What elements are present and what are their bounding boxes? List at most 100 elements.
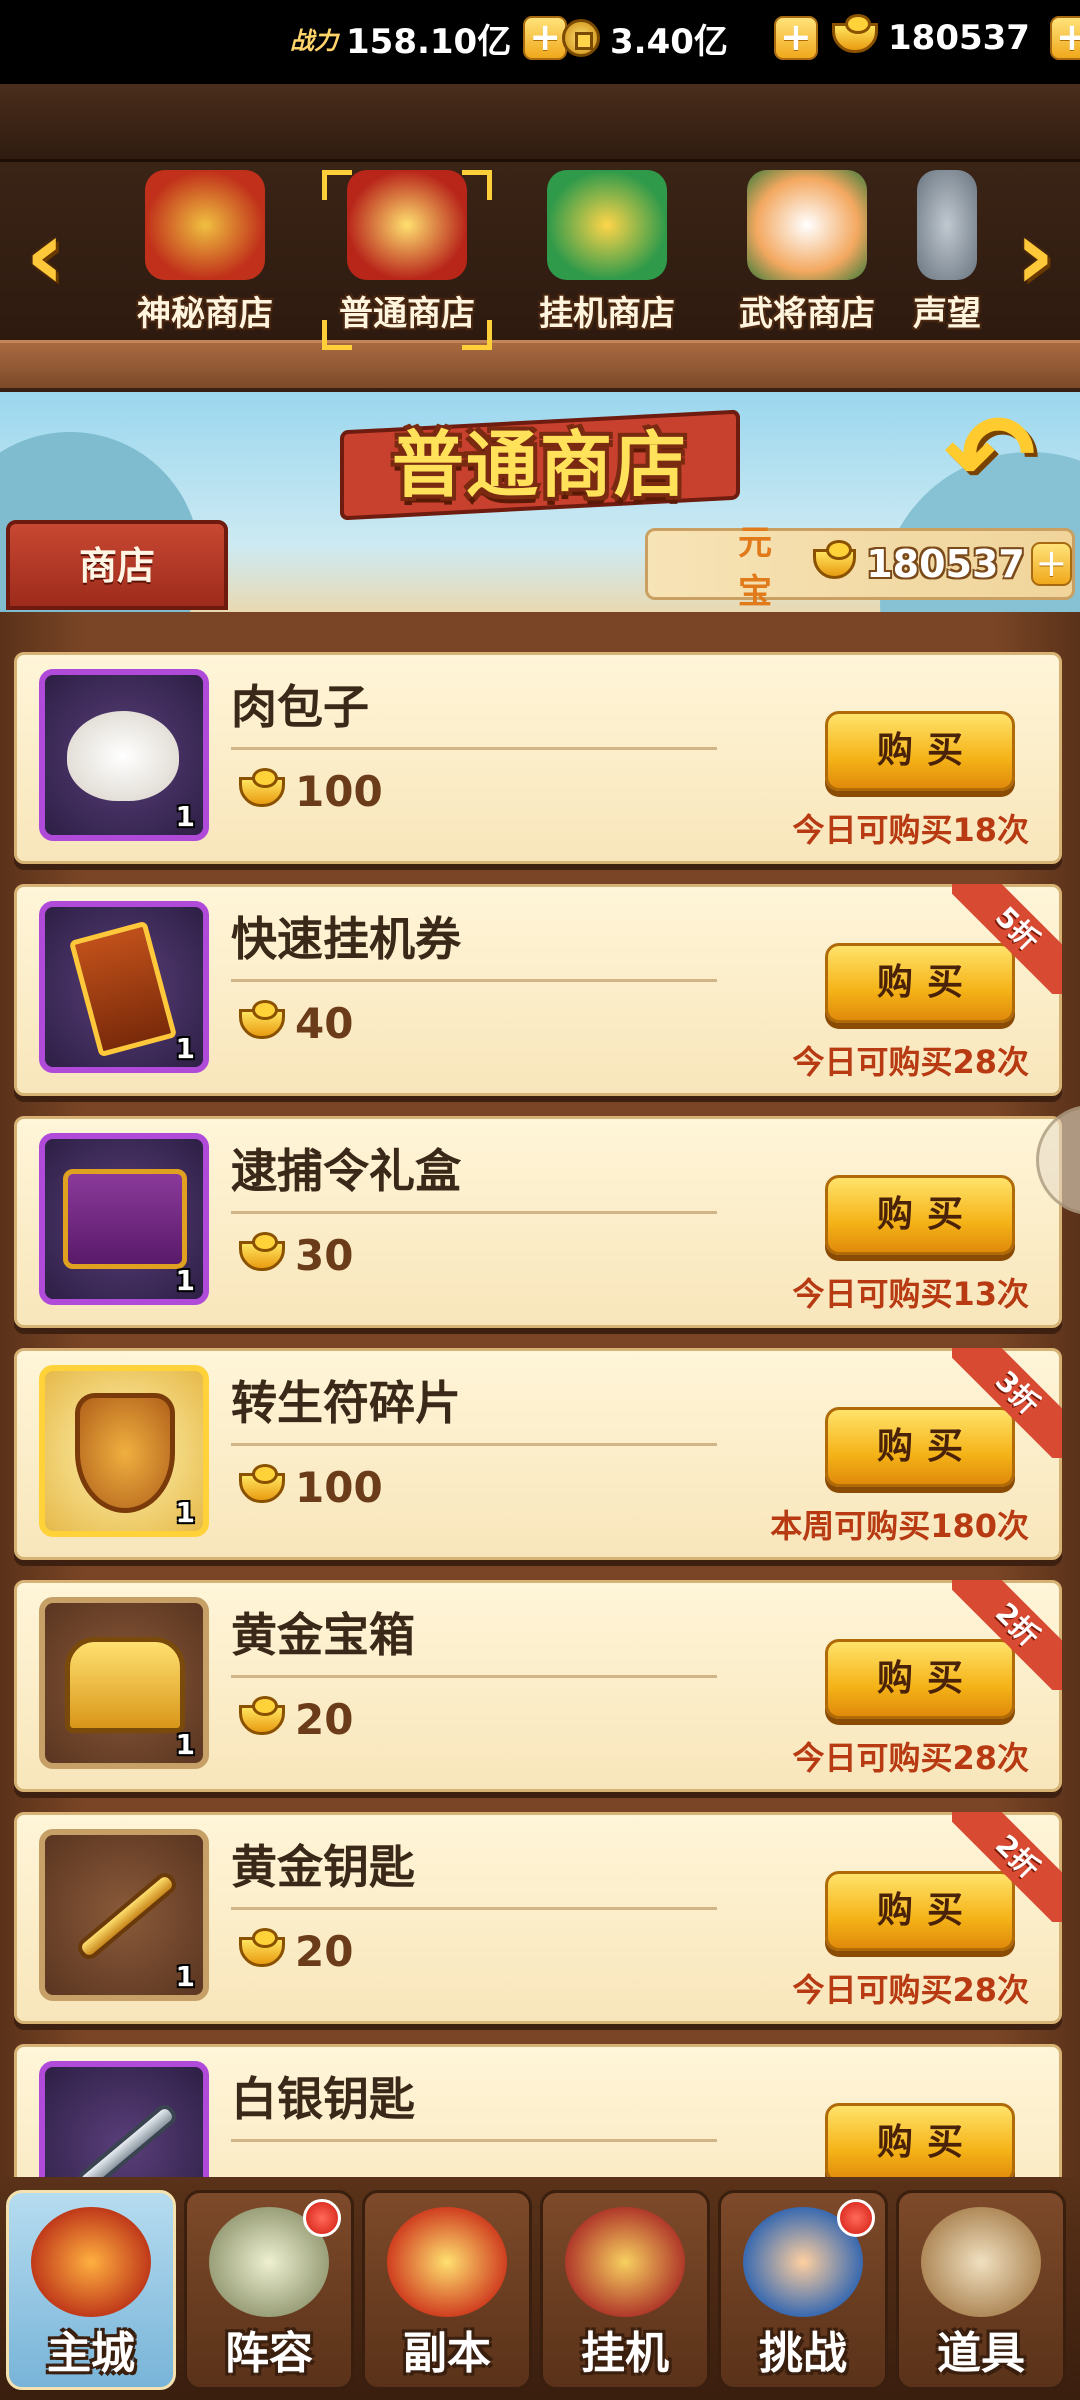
- notification-dot: [837, 2199, 875, 2237]
- tab-general-shop[interactable]: 武将商店: [712, 170, 902, 340]
- item-thumbnail[interactable]: 1: [39, 1829, 209, 2001]
- buy-button[interactable]: 购买: [825, 2103, 1015, 2177]
- notification-dot: [303, 2199, 341, 2237]
- nav-dungeon[interactable]: 副本: [362, 2190, 532, 2390]
- treasure-chest-icon: [145, 170, 265, 280]
- tab-idle-shop[interactable]: 挂机商店: [512, 170, 702, 340]
- yuanbao-value: 180537: [888, 18, 1030, 58]
- item-divider: [231, 1443, 717, 1446]
- item-price: 30: [239, 1231, 353, 1280]
- nav-label: 主城: [47, 2328, 135, 2379]
- item-name: 黄金宝箱: [231, 1608, 415, 1662]
- nav-lineup[interactable]: 阵容: [184, 2190, 354, 2390]
- purchase-limit: 今日可购买18次: [792, 811, 1029, 849]
- item-quantity: 1: [175, 800, 195, 833]
- item-thumbnail[interactable]: [39, 2061, 209, 2177]
- item-list[interactable]: 1 肉包子 100 购买 今日可购买18次 1 快速挂机券 40 购买 今日可购…: [0, 612, 1080, 2177]
- item-quantity: 1: [175, 1960, 195, 1993]
- shop-label-tab: 商店: [6, 520, 228, 610]
- item-divider: [231, 1211, 717, 1214]
- tab-label: 声望: [913, 294, 981, 334]
- selection-bracket: [322, 170, 352, 200]
- selection-bracket: [462, 320, 492, 350]
- item-divider: [231, 2139, 717, 2142]
- tab-normal-shop[interactable]: 普通商店: [312, 170, 502, 350]
- coin-jade-icon: [547, 170, 667, 280]
- price-value: 20: [295, 1695, 354, 1744]
- buy-button[interactable]: 购买: [825, 711, 1015, 791]
- nav-label: 阵容: [225, 2328, 313, 2379]
- tab-prestige-shop[interactable]: 声望: [912, 170, 982, 340]
- yuanbao-balance-value: 180537: [866, 542, 1025, 586]
- item-thumbnail[interactable]: 1: [39, 1133, 209, 1305]
- item-thumbnail[interactable]: 1: [39, 1597, 209, 1769]
- copper-coin-icon: [562, 19, 600, 57]
- price-value: 100: [295, 767, 383, 816]
- selection-bracket: [462, 170, 492, 200]
- back-arrow-icon[interactable]: ↶: [930, 400, 1050, 510]
- item-name: 逮捕令礼盒: [231, 1144, 461, 1198]
- item-thumbnail[interactable]: 1: [39, 669, 209, 841]
- item-name: 白银钥匙: [231, 2072, 415, 2126]
- price-value: 20: [295, 1927, 354, 1976]
- tab-strip-plank: [0, 340, 1080, 392]
- add-power-button[interactable]: +: [523, 16, 568, 60]
- yuanbao-label: 元宝: [738, 523, 772, 612]
- items-scroll-icon: [921, 2207, 1041, 2317]
- chef-character-icon: [747, 170, 867, 280]
- golden-chest-icon: [65, 1637, 185, 1733]
- gold-ingot-icon: [239, 767, 285, 807]
- item-name: 肉包子: [231, 680, 369, 734]
- purchase-limit: 本周可购买180次: [770, 1507, 1029, 1545]
- item-thumbnail[interactable]: 1: [39, 1365, 209, 1537]
- nav-label: 挂机: [581, 2328, 669, 2379]
- gold-ingot-icon: [239, 1463, 285, 1503]
- tab-mystery-shop[interactable]: 神秘商店: [110, 170, 300, 340]
- power-value: 158.10亿: [346, 21, 512, 62]
- yuanbao-balance: 元宝 180537 +: [645, 523, 1075, 612]
- discount-ribbon: 3折: [952, 1348, 1062, 1458]
- gold-chest-icon: [347, 170, 467, 280]
- discount-label: 3折: [952, 1348, 1062, 1458]
- nav-challenge[interactable]: 挑战: [718, 2190, 888, 2390]
- item-thumbnail[interactable]: 1: [39, 901, 209, 1073]
- item-quantity: 1: [175, 1728, 195, 1761]
- list-item: 1 转生符碎片 100 购买 本周可购买180次 3折: [14, 1348, 1062, 1560]
- price-value: 100: [295, 1463, 383, 1512]
- silver-key-icon: [73, 2101, 181, 2177]
- item-divider: [231, 747, 717, 750]
- price-value: 40: [295, 999, 354, 1048]
- tab-label: 挂机商店: [539, 294, 675, 334]
- discount-label: 5折: [952, 884, 1062, 994]
- nav-main-city[interactable]: 主城: [6, 2190, 176, 2390]
- nav-items[interactable]: 道具: [896, 2190, 1066, 2390]
- yuanbao-display: 180537 +: [832, 14, 1080, 62]
- list-item: 1 黄金钥匙 20 购买 今日可购买28次 2折: [14, 1812, 1062, 2024]
- list-item: 1 肉包子 100 购买 今日可购买18次: [14, 652, 1062, 864]
- gift-box-icon: [63, 1169, 187, 1269]
- gold-ingot-icon: [239, 999, 285, 1039]
- list-item: 白银钥匙 购买: [14, 2044, 1062, 2177]
- tab-label: 神秘商店: [137, 294, 273, 334]
- nav-label: 道具: [937, 2328, 1025, 2379]
- scroll-left-arrow-icon[interactable]: ‹: [10, 205, 80, 315]
- discount-ribbon: 2折: [952, 1580, 1062, 1690]
- castle-icon: [31, 2207, 151, 2317]
- add-yuanbao-button[interactable]: +: [1030, 542, 1073, 586]
- buy-button[interactable]: 购买: [825, 1175, 1015, 1255]
- item-price: 20: [239, 1927, 353, 1976]
- idle-ticket-icon: [68, 920, 178, 1058]
- item-divider: [231, 1675, 717, 1678]
- nav-idle[interactable]: 挂机: [540, 2190, 710, 2390]
- item-name: 转生符碎片: [231, 1376, 461, 1430]
- add-coins-button[interactable]: +: [773, 16, 818, 60]
- list-item: 1 逮捕令礼盒 30 购买 今日可购买13次: [14, 1116, 1062, 1328]
- tab-label: 武将商店: [739, 294, 875, 334]
- coins-value: 3.40亿: [610, 21, 728, 62]
- add-yuanbao-button[interactable]: +: [1049, 16, 1080, 60]
- item-name: 黄金钥匙: [231, 1840, 415, 1894]
- list-item: 1 黄金宝箱 20 购买 今日可购买28次 2折: [14, 1580, 1062, 1792]
- gold-ingot-icon: [239, 1927, 285, 1967]
- scroll-right-arrow-icon[interactable]: ›: [1000, 205, 1070, 315]
- selection-bracket: [322, 320, 352, 350]
